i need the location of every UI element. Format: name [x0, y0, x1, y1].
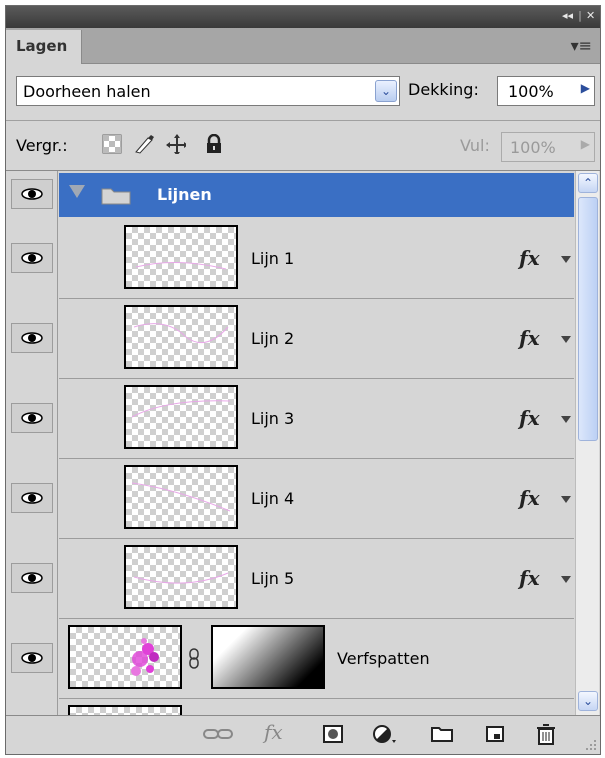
lock-all-icon[interactable]: [204, 134, 224, 154]
lock-transparent-pixels-icon[interactable]: [102, 134, 122, 154]
visibility-column: [6, 171, 58, 715]
layer-row[interactable]: Lijn 3 fx: [59, 378, 574, 459]
layer-group-row[interactable]: Lijnen: [59, 173, 574, 217]
layers-list: Lijnen Lijn 1 fx Lijn 2 fx Lijn 3 fx Lij…: [6, 171, 600, 715]
adjustment-layer-icon[interactable]: [372, 724, 398, 744]
layer-name: Verfspatten: [337, 649, 430, 668]
layer-thumbnail: [124, 545, 238, 609]
opacity-label: Dekking:: [408, 80, 479, 99]
delete-layer-icon[interactable]: [536, 724, 556, 746]
tab-lagen-label: Lagen: [16, 37, 68, 55]
visibility-toggle-layer[interactable]: [11, 243, 53, 273]
chevron-right-icon[interactable]: ▶: [581, 81, 590, 95]
lock-position-icon[interactable]: [166, 134, 186, 154]
visibility-toggle-layer[interactable]: [11, 323, 53, 353]
scrollbar[interactable]: ⌃ ⌄: [575, 171, 599, 715]
visibility-toggle-layer[interactable]: [11, 643, 53, 673]
layer-mask-thumbnail: [211, 625, 325, 689]
visibility-toggle-layer[interactable]: [11, 563, 53, 593]
layer-mask-icon[interactable]: [322, 724, 344, 744]
lock-row: Vergr.: Vul: 100% ▶: [6, 122, 600, 170]
layer-style-icon[interactable]: fx: [519, 566, 540, 590]
chevron-down-icon[interactable]: ⌄: [578, 691, 598, 711]
chevron-down-icon[interactable]: [561, 576, 571, 583]
layer-row[interactable]: Verfspatten: [59, 618, 574, 699]
link-layers-icon[interactable]: [202, 724, 234, 744]
resize-grip-icon[interactable]: [585, 739, 597, 751]
layer-name: Lijn 1: [251, 249, 295, 268]
layer-row[interactable]: Lijn 2 fx: [59, 298, 574, 379]
lock-image-pixels-icon[interactable]: [134, 134, 154, 154]
panel-footer: fx: [6, 715, 600, 754]
layer-thumbnail: [124, 225, 238, 289]
close-icon[interactable]: ✕: [586, 9, 595, 22]
eye-icon: [21, 252, 43, 264]
layer-thumbnail: [68, 625, 182, 689]
panel-menu-icon[interactable]: ▾≡: [571, 36, 592, 55]
fill-label: Vul:: [460, 136, 490, 155]
eye-icon: [21, 572, 43, 584]
layer-name: Lijn 4: [251, 489, 295, 508]
layers-panel: ◂◂ | ✕ Lagen ▾≡ Doorheen halen ⌄ Dekking…: [5, 5, 601, 755]
visibility-toggle-group[interactable]: [11, 179, 53, 209]
tab-row: Lagen ▾≡: [6, 28, 600, 64]
layer-style-icon[interactable]: fx: [264, 720, 283, 744]
visibility-toggle-layer[interactable]: [11, 403, 53, 433]
chevron-down-icon[interactable]: ⌄: [375, 80, 397, 102]
layer-style-icon[interactable]: fx: [519, 246, 540, 270]
chevron-right-icon[interactable]: ▶: [581, 137, 590, 151]
titlebar-divider: |: [578, 9, 583, 22]
double-chevron-left-icon[interactable]: ◂◂: [562, 9, 573, 22]
link-icon[interactable]: [188, 648, 200, 670]
layer-thumbnail: [124, 385, 238, 449]
opacity-value: 100%: [508, 82, 554, 101]
fill-value: 100%: [510, 138, 556, 157]
layer-name: Lijn 2: [251, 329, 295, 348]
lock-label: Vergr.:: [16, 136, 68, 155]
eye-icon: [21, 412, 43, 424]
layer-thumbnail: [68, 705, 182, 715]
opacity-field[interactable]: 100% ▶: [497, 76, 595, 106]
layer-row[interactable]: Lijn 4 fx: [59, 458, 574, 539]
blend-mode-value: Doorheen halen: [23, 82, 151, 101]
new-layer-icon[interactable]: [484, 724, 506, 744]
layer-row[interactable]: Lijn 1 fx: [59, 218, 574, 299]
layer-row[interactable]: [59, 698, 574, 715]
layer-row[interactable]: Lijn 5 fx: [59, 538, 574, 619]
blend-row: Doorheen halen ⌄ Dekking: 100% ▶: [6, 66, 600, 120]
layer-style-icon[interactable]: fx: [519, 406, 540, 430]
tab-lagen[interactable]: Lagen: [6, 30, 82, 64]
chevron-down-icon[interactable]: [561, 496, 571, 503]
new-group-icon[interactable]: [430, 724, 454, 744]
divider: [6, 120, 600, 121]
eye-icon: [21, 188, 43, 200]
layer-style-icon[interactable]: fx: [519, 486, 540, 510]
chevron-up-icon[interactable]: ⌃: [578, 173, 598, 193]
fill-field[interactable]: 100% ▶: [501, 132, 595, 162]
layer-name: Lijn 3: [251, 409, 295, 428]
folder-icon: [101, 188, 131, 205]
blend-mode-select[interactable]: Doorheen halen ⌄: [16, 76, 400, 106]
layer-thumbnail: [124, 305, 238, 369]
layer-group-name: Lijnen: [157, 185, 212, 204]
visibility-toggle-layer[interactable]: [11, 483, 53, 513]
eye-icon: [21, 652, 43, 664]
eye-icon: [21, 492, 43, 504]
panel-titlebar: ◂◂ | ✕: [6, 6, 600, 28]
chevron-down-icon[interactable]: [561, 336, 571, 343]
chevron-down-icon[interactable]: [561, 256, 571, 263]
layer-name: Lijn 5: [251, 569, 295, 588]
scrollbar-thumb[interactable]: [578, 197, 598, 441]
layer-thumbnail: [124, 465, 238, 529]
disclosure-triangle-icon[interactable]: [69, 185, 85, 198]
eye-icon: [21, 332, 43, 344]
layer-style-icon[interactable]: fx: [519, 326, 540, 350]
chevron-down-icon[interactable]: [561, 416, 571, 423]
